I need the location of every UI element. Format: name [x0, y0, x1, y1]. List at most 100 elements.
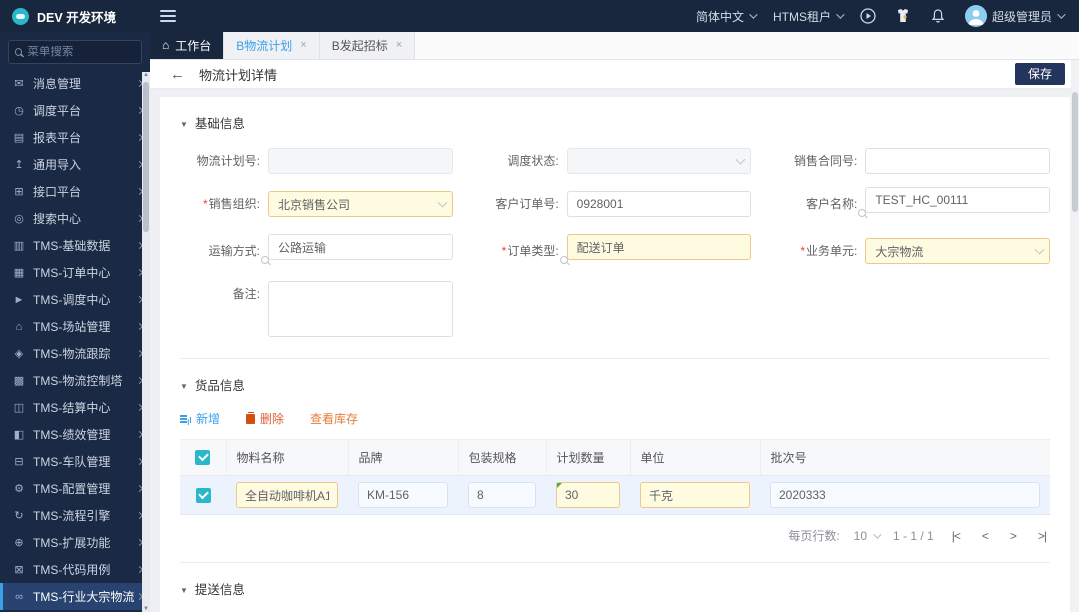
main-scrollbar[interactable]: [1071, 60, 1079, 612]
tenant-label: HTMS租户: [772, 9, 831, 24]
sidebar-item-label: TMS-扩展功能: [33, 536, 111, 550]
search-icon[interactable]: [559, 256, 568, 264]
menu-search-input[interactable]: [27, 46, 135, 58]
guide-play-icon[interactable]: [860, 8, 877, 25]
field-remark: 备注:: [180, 281, 453, 340]
order-type-input[interactable]: [566, 234, 752, 260]
language-label: 简体中文: [695, 9, 744, 24]
sidebar-item-8[interactable]: ▦ TMS-订单中心: [0, 259, 150, 286]
sidebar-item-15[interactable]: ⊟ TMS-车队管理: [0, 448, 150, 475]
cell-input[interactable]: [556, 482, 620, 508]
notification-bell-icon[interactable]: [930, 8, 947, 25]
section-shipping-info: 提送信息 提货信息 *提货地: *计划发运日期:: [160, 563, 1070, 612]
field-label: 备注:: [232, 287, 260, 301]
tenant-switcher[interactable]: HTMS租户: [772, 8, 845, 25]
delete-row-button[interactable]: 删除: [246, 410, 284, 427]
sidebar-item-5[interactable]: ⊞ 接口平台: [0, 178, 150, 205]
section-goods-info: 货品信息 新增 删除 查看库存 物料名称品牌包装规格计划数量单位批次号: [160, 359, 1070, 563]
tab-1[interactable]: 工作台: [150, 31, 225, 59]
sidebar-item-19[interactable]: ⊠ TMS-代码用例: [0, 556, 150, 583]
sidebar-item-16[interactable]: ⚙ TMS-配置管理: [0, 475, 150, 502]
view-stock-button[interactable]: 查看库存: [310, 410, 358, 427]
column-header: 计划数量: [546, 439, 631, 476]
section-goods-header[interactable]: 货品信息: [180, 375, 1050, 394]
sidebar: ✉ 消息管理 ◷ 调度平台 ▤ 报表平台 ↥ 通用导入 ⊞ 接口平台 ◎ 搜索中…: [0, 32, 150, 612]
sidebar-item-20[interactable]: ∞ TMS-行业大宗物流: [0, 583, 150, 610]
save-button[interactable]: 保存: [1014, 63, 1065, 85]
sidebar-item-label: TMS-调度中心: [33, 293, 111, 307]
sidebar-item-17[interactable]: ↻ TMS-流程引擎: [0, 502, 150, 529]
cell-input[interactable]: [770, 482, 1040, 508]
language-switcher[interactable]: 简体中文: [695, 8, 758, 25]
dispatch-status-select[interactable]: [566, 148, 752, 174]
menu-search[interactable]: [8, 40, 142, 64]
store-icon[interactable]: [895, 8, 912, 25]
tab-3[interactable]: B发起招标: [319, 31, 416, 59]
sidebar-item-9[interactable]: ► TMS-调度中心: [0, 286, 150, 313]
close-icon[interactable]: [300, 39, 306, 51]
sidebar-item-6[interactable]: ◎ 搜索中心: [0, 205, 150, 232]
search-icon[interactable]: [261, 256, 269, 264]
sidebar-item-label: TMS-车队管理: [33, 455, 111, 469]
sidebar-item-2[interactable]: ◷ 调度平台: [0, 97, 150, 124]
rows-per-page-select[interactable]: 10: [854, 529, 882, 543]
sidebar-item-12[interactable]: ▩ TMS-物流控制塔: [0, 367, 150, 394]
transport-mode-input[interactable]: [268, 234, 453, 260]
content-scroll-area: 基础信息 物流计划号: 调度状态: 销售合同号:: [150, 89, 1079, 612]
field-plan-no: 物流计划号:: [180, 148, 453, 174]
sidebar-item-10[interactable]: ⌂ TMS-场站管理: [0, 313, 150, 340]
prev-page-icon[interactable]: <: [978, 529, 992, 543]
section-shipping-header[interactable]: 提送信息: [180, 579, 1050, 598]
first-page-icon[interactable]: |<: [948, 529, 964, 543]
brand-text: DEV 开发环境: [37, 10, 117, 25]
user-menu[interactable]: 超级管理员: [964, 5, 1066, 27]
sidebar-item-4[interactable]: ↥ 通用导入: [0, 151, 150, 178]
close-icon[interactable]: [396, 39, 402, 51]
add-icon: [180, 413, 191, 424]
sales-org-select[interactable]: [268, 191, 453, 217]
performance-icon: ◧: [13, 429, 25, 441]
field-label: 客户名称:: [805, 197, 858, 211]
tab-2[interactable]: B物流计划: [224, 31, 320, 59]
cell-input[interactable]: [358, 482, 448, 508]
row-checkbox[interactable]: [195, 487, 211, 503]
field-label: *订单类型:: [501, 244, 559, 258]
plan-no-input[interactable]: [268, 148, 453, 174]
sidebar-item-7[interactable]: ▥ TMS-基础数据: [0, 232, 150, 259]
customer-name-input[interactable]: [865, 187, 1050, 213]
cell-input[interactable]: [236, 482, 338, 508]
order-center-icon: ▦: [13, 267, 25, 279]
sidebar-item-13[interactable]: ◫ TMS-结算中心: [0, 394, 150, 421]
cell-input[interactable]: [468, 482, 536, 508]
section-basic-info: 基础信息 物流计划号: 调度状态: 销售合同号:: [160, 97, 1070, 359]
sidebar-item-18[interactable]: ⊕ TMS-扩展功能: [0, 529, 150, 556]
chevron-down-icon: [873, 529, 882, 539]
search-icon[interactable]: [858, 209, 867, 217]
select-all-checkbox[interactable]: [195, 450, 211, 466]
field-business-unit: *业务单元:: [777, 234, 1050, 268]
remark-textarea[interactable]: [268, 281, 453, 337]
sales-contract-no-input[interactable]: [865, 148, 1050, 174]
sidebar-item-3[interactable]: ▤ 报表平台: [0, 124, 150, 151]
sidebar-item-1[interactable]: ✉ 消息管理: [0, 70, 150, 97]
dispatch-center-icon: ►: [13, 293, 25, 306]
sidebar-collapse-icon[interactable]: [160, 10, 176, 22]
section-basic-header[interactable]: 基础信息: [180, 113, 1050, 132]
last-page-icon[interactable]: >|: [1034, 529, 1050, 543]
sidebar-scrollbar[interactable]: [142, 72, 150, 612]
sidebar-item-label: TMS-场站管理: [33, 320, 111, 334]
customer-order-no-input[interactable]: [566, 191, 752, 217]
sidebar-item-11[interactable]: ◈ TMS-物流跟踪: [0, 340, 150, 367]
add-row-button[interactable]: 新增: [180, 410, 220, 427]
fleet-icon: ⊟: [14, 456, 24, 468]
home-icon: [162, 38, 169, 52]
page-header: 物流计划详情 保存: [150, 60, 1079, 89]
field-label: 客户订单号:: [495, 197, 559, 211]
back-icon[interactable]: [170, 66, 185, 83]
cell-input[interactable]: [640, 482, 750, 508]
sidebar-item-label: TMS-订单中心: [33, 266, 111, 280]
sidebar-item-14[interactable]: ◧ TMS-绩效管理: [0, 421, 150, 448]
next-page-icon[interactable]: >: [1006, 529, 1020, 543]
trash-icon: [246, 411, 256, 424]
business-unit-select[interactable]: [865, 238, 1050, 264]
